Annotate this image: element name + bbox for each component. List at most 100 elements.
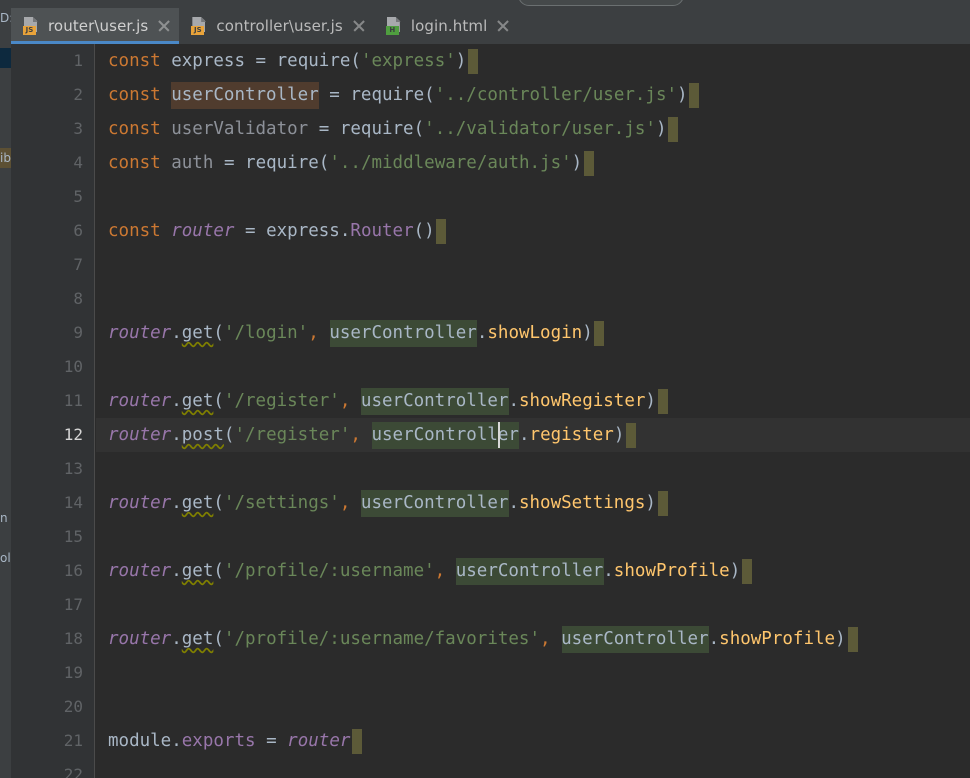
project-tree-row[interactable] [0, 108, 11, 128]
line-change-marker [657, 491, 668, 516]
line-number[interactable]: 18 [13, 622, 83, 656]
code-line[interactable] [96, 520, 970, 554]
code-editor[interactable]: 1 2 3 4 5 6 7 8 9 10 11 12 13 14 15 16 17 18 19 20 21 22 cons… [11, 44, 970, 778]
project-tree-row[interactable] [0, 208, 11, 228]
project-tree-row-label: D: [0, 11, 11, 25]
project-tree-row[interactable] [0, 268, 11, 288]
code-line[interactable] [96, 248, 970, 282]
code-line-text: router.get('/login', userController.show… [108, 323, 593, 343]
code-line-text: const auth = require('../middleware/auth… [108, 153, 583, 173]
editor-tab-bar[interactable]: JS router\user.js JS controller\user.js Hlog… [11, 8, 970, 44]
code-line[interactable]: router.get('/profile/:username', userCon… [96, 554, 970, 588]
line-change-marker [625, 423, 636, 448]
project-tree-row[interactable] [0, 348, 11, 368]
line-change-marker [657, 389, 668, 414]
project-tree-row[interactable]: ib [0, 148, 11, 168]
code-line-text: router.post('/register', userController.… [108, 425, 625, 445]
line-number[interactable]: 2 [13, 78, 83, 112]
code-line[interactable] [96, 690, 970, 724]
line-number[interactable]: 22 [13, 758, 83, 778]
line-number[interactable]: 21 [13, 724, 83, 758]
project-tree-row[interactable] [0, 168, 11, 188]
line-number[interactable]: 12 [13, 418, 83, 452]
code-line[interactable]: const auth = require('../middleware/auth… [96, 146, 970, 180]
project-tree-row[interactable] [0, 308, 11, 328]
editor-tab-2[interactable]: Hlogin.html [374, 8, 518, 44]
project-tree-row[interactable] [0, 408, 11, 428]
project-tree-row[interactable] [0, 28, 11, 48]
code-line[interactable] [96, 282, 970, 316]
line-number[interactable]: 15 [13, 520, 83, 554]
line-number[interactable]: 8 [13, 282, 83, 316]
code-line-text: const userController = require('../contr… [108, 85, 688, 105]
line-number[interactable]: 11 [13, 384, 83, 418]
project-tree-row[interactable]: n [0, 508, 11, 528]
project-tree-row[interactable] [0, 228, 11, 248]
editor-tab-1[interactable]: JS controller\user.js [179, 8, 374, 44]
close-icon[interactable] [352, 19, 366, 33]
search-everywhere-popup[interactable] [518, 0, 684, 6]
line-number[interactable]: 5 [13, 180, 83, 214]
project-tree-row-label: ib [0, 151, 11, 165]
project-tree-row[interactable] [0, 328, 11, 348]
line-number[interactable]: 4 [13, 146, 83, 180]
line-change-marker [583, 151, 594, 176]
line-number[interactable]: 13 [13, 452, 83, 486]
code-line[interactable]: router.get('/login', userController.show… [96, 316, 970, 350]
line-change-marker [689, 83, 700, 108]
code-line[interactable] [96, 588, 970, 622]
code-line[interactable]: const userController = require('../contr… [96, 78, 970, 112]
code-line[interactable] [96, 350, 970, 384]
project-tree-row[interactable]: ol [0, 548, 11, 568]
code-line[interactable] [96, 180, 970, 214]
code-line[interactable] [96, 452, 970, 486]
project-tree-row[interactable] [0, 68, 11, 88]
code-line[interactable]: const userValidator = require('../valida… [96, 112, 970, 146]
line-number[interactable]: 7 [13, 248, 83, 282]
line-number[interactable]: 20 [13, 690, 83, 724]
code-line[interactable]: const express = require('express') [96, 44, 970, 78]
project-tree-row[interactable] [0, 128, 11, 148]
file-type-badge: H [385, 26, 399, 35]
code-line[interactable]: router.get('/register', userController.s… [96, 384, 970, 418]
line-number[interactable]: 17 [13, 588, 83, 622]
line-number[interactable]: 19 [13, 656, 83, 690]
project-tree-row[interactable] [0, 488, 11, 508]
html-file-icon: H [385, 17, 403, 35]
project-tree-row[interactable] [0, 428, 11, 448]
line-number[interactable]: 1 [13, 44, 83, 78]
code-line[interactable]: router.get('/profile/:username/favorites… [96, 622, 970, 656]
code-line[interactable]: const router = express.Router() [96, 214, 970, 248]
project-tree-row[interactable] [0, 468, 11, 488]
line-number[interactable]: 10 [13, 350, 83, 384]
project-tree-row[interactable] [0, 368, 11, 388]
project-tree-row-label: ol [0, 551, 11, 565]
project-tree-row[interactable] [0, 48, 11, 68]
code-line[interactable]: router.post('/register', userController.… [96, 418, 970, 452]
code-content-area[interactable]: const express = require('express') const … [96, 44, 970, 778]
close-icon[interactable] [496, 19, 510, 33]
project-tool-window-sliver[interactable]: D: ib n ol [0, 8, 11, 778]
line-number-gutter[interactable]: 1 2 3 4 5 6 7 8 9 10 11 12 13 14 15 16 17 18 19 20 21 22 [11, 44, 95, 778]
line-number[interactable]: 3 [13, 112, 83, 146]
project-tree-row[interactable] [0, 528, 11, 548]
line-number[interactable]: 6 [13, 214, 83, 248]
project-tree-row[interactable] [0, 88, 11, 108]
close-icon[interactable] [157, 19, 171, 33]
project-tree-row[interactable] [0, 248, 11, 268]
project-tree-row[interactable]: D: [0, 8, 11, 28]
code-line[interactable] [96, 656, 970, 690]
project-tree-row-label: n [0, 511, 8, 525]
code-line[interactable] [96, 758, 970, 778]
line-number[interactable]: 9 [13, 316, 83, 350]
project-tree-row[interactable] [0, 188, 11, 208]
editor-tab-0[interactable]: JS router\user.js [11, 8, 180, 44]
project-tree-row[interactable] [0, 388, 11, 408]
line-change-marker [668, 117, 679, 142]
code-line[interactable]: module.exports = router [96, 724, 970, 758]
code-line[interactable]: router.get('/settings', userController.s… [96, 486, 970, 520]
project-tree-row[interactable] [0, 288, 11, 308]
line-number[interactable]: 16 [13, 554, 83, 588]
line-number[interactable]: 14 [13, 486, 83, 520]
project-tree-row[interactable] [0, 448, 11, 468]
